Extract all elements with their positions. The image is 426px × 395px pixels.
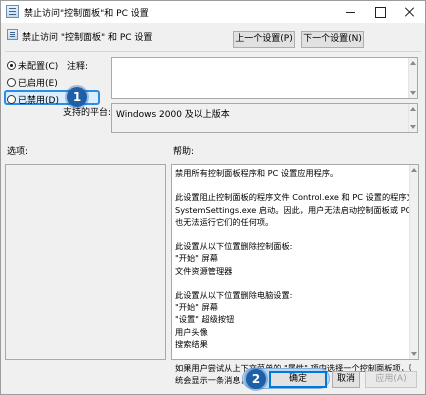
comment-scrollbar[interactable] (408, 58, 417, 98)
step-1-badge: 1 (67, 87, 87, 107)
comment-label: 注释: (67, 62, 89, 72)
cancel-button[interactable]: 取消 (332, 371, 360, 388)
help-line: SystemSettings.exe 启动。因此，用户无法启动控制面板或 PC … (175, 204, 411, 215)
help-line: "设置" 超级按钮 (175, 314, 235, 325)
help-line: 此设置从以下位置删除电脑设置: (175, 290, 293, 301)
radio-not-configured-label: 未配置(C) (18, 62, 59, 72)
scroll-up-icon[interactable] (410, 107, 416, 111)
scroll-down-icon[interactable] (410, 125, 416, 129)
policy-icon (6, 5, 19, 18)
radio-not-configured[interactable]: 未配置(C) (7, 59, 58, 72)
scroll-down-icon[interactable] (410, 91, 416, 95)
apply-button[interactable]: 应用(A) (365, 371, 417, 388)
help-line (175, 277, 411, 289)
ok-button[interactable]: 确定 (269, 371, 327, 388)
radio-disabled-dot (7, 95, 16, 104)
previous-setting-button[interactable]: 上一个设置(P) (233, 31, 295, 48)
radio-enabled[interactable]: 已启用(E) (7, 76, 58, 89)
help-line: 此设置从以下位置删除控制面板: (175, 241, 293, 252)
radio-not-configured-dot (7, 61, 16, 70)
help-label: 帮助: (173, 147, 195, 157)
options-label: 选项: (7, 147, 29, 157)
help-line: 禁用所有控制面板程序和 PC 设置应用程序。 (175, 168, 339, 178)
minimize-icon[interactable] (338, 3, 364, 21)
supported-platform-box: Windows 2000 及以上版本 (111, 103, 418, 133)
radio-enabled-dot (7, 78, 16, 87)
close-icon[interactable] (397, 3, 423, 21)
window-title: 禁止访问"控制面板"和 PC 设置 (24, 9, 149, 19)
help-scrollbar[interactable] (409, 165, 418, 359)
help-line: 也无法运行它们的任何项。 (175, 216, 274, 227)
next-setting-button[interactable]: 下一个设置(N) (301, 31, 364, 48)
help-line: 文件资源管理器 (175, 265, 233, 276)
radio-disabled[interactable]: 已禁用(D) (7, 93, 59, 106)
scroll-up-icon[interactable] (410, 61, 416, 65)
help-line (175, 179, 411, 191)
supported-platform-value: Windows 2000 及以上版本 (116, 110, 230, 120)
comment-textarea[interactable] (111, 57, 418, 99)
help-line: 此设置阻止控制面板的程序文件 Control.exe 和 PC 设置的程序文件 (175, 192, 411, 203)
radio-disabled-label: 已禁用(D) (18, 96, 59, 106)
help-line: "开始" 屏幕 (175, 302, 218, 313)
radio-enabled-label: 已启用(E) (18, 79, 58, 89)
setting-icon (7, 29, 18, 40)
supported-scrollbar[interactable] (408, 104, 417, 132)
help-line (175, 350, 411, 362)
supported-platform-label: 支持的平台: (63, 108, 112, 118)
step-2-badge: 2 (246, 369, 266, 389)
scroll-up-icon[interactable] (411, 168, 417, 172)
scroll-down-icon[interactable] (411, 352, 417, 356)
maximize-icon[interactable] (367, 3, 393, 21)
help-line: 用户头像 (175, 326, 208, 337)
header-divider (5, 51, 421, 52)
help-panel: 禁用所有控制面板程序和 PC 设置应用程序。 此设置阻止控制面板的程序文件 Co… (171, 164, 419, 385)
help-line: "开始" 屏幕 (175, 253, 218, 264)
options-panel (5, 164, 166, 360)
help-line (175, 228, 411, 240)
setting-name: 禁止访问 "控制面板" 和 PC 设置 (22, 33, 153, 43)
policy-dialog: 禁止访问"控制面板"和 PC 设置 禁止访问 "控制面板" 和 PC 设置 上一… (0, 0, 426, 395)
title-bar: 禁止访问"控制面板"和 PC 设置 (1, 1, 425, 23)
help-text: 禁用所有控制面板程序和 PC 设置应用程序。 此设置阻止控制面板的程序文件 Co… (175, 167, 411, 387)
help-line: 搜索结果 (175, 338, 208, 349)
